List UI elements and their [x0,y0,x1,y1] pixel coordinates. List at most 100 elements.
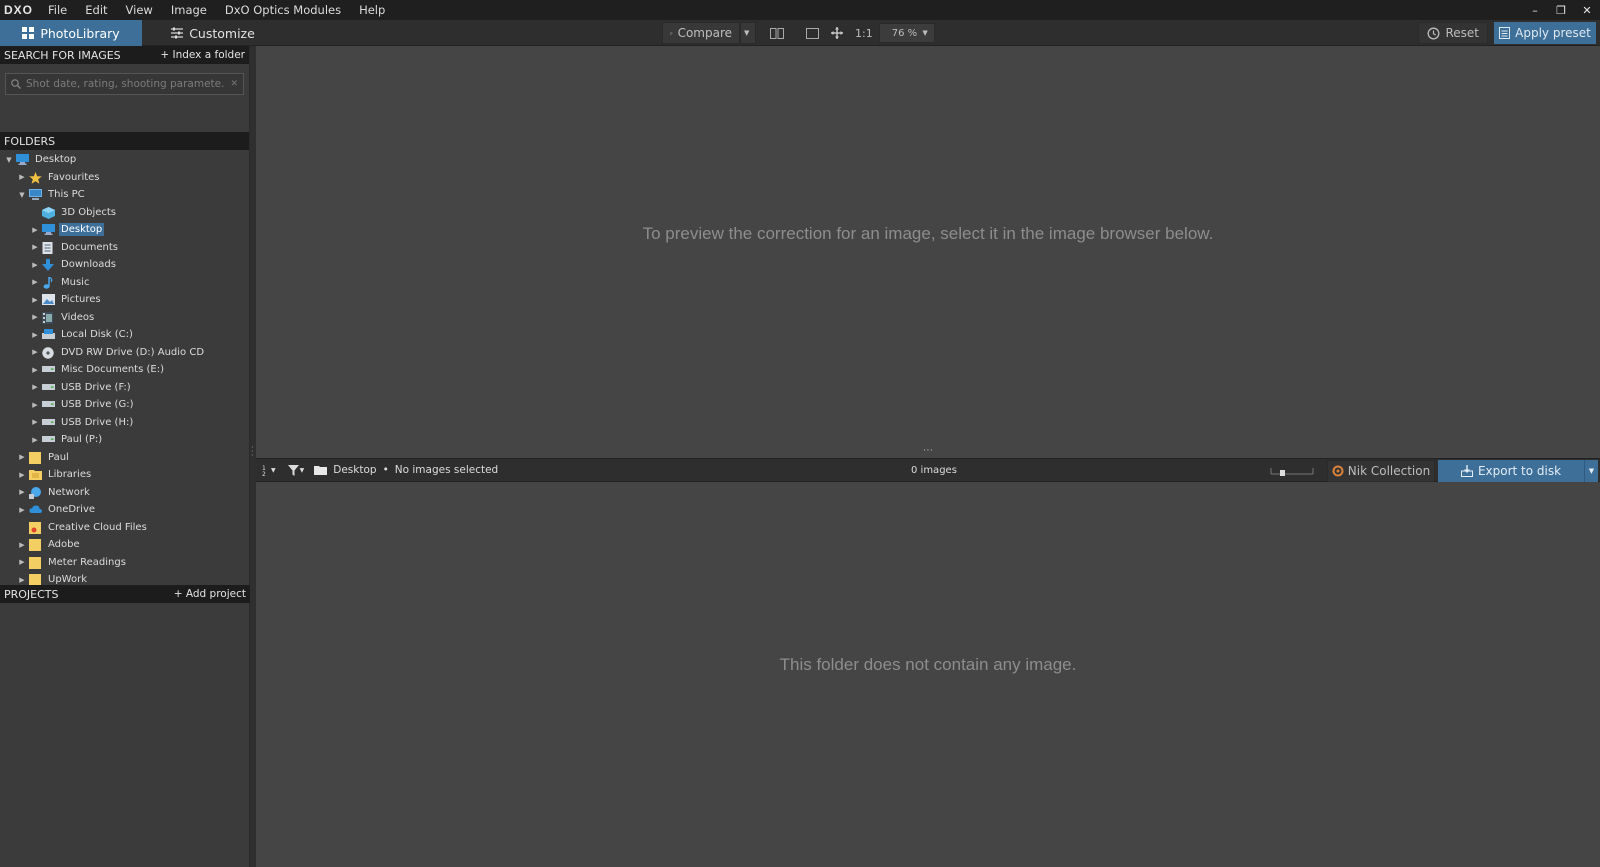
folder-tree-item[interactable]: ▶ Downloads [0,256,249,274]
reset-label: Reset [1445,26,1479,40]
folder-tree-item[interactable]: ▶ Music [0,274,249,292]
menu-edit[interactable]: Edit [76,0,116,20]
folder-tree-item[interactable]: ▶ Favourites [0,169,249,187]
folder-tree-item[interactable]: ▼ Desktop [0,151,249,169]
folder-tree-item[interactable]: ▶ Libraries [0,466,249,484]
folder-tree-item[interactable]: ▶ USB Drive (H:) [0,414,249,432]
minimize-button[interactable]: – [1522,0,1548,20]
folder-tree-item[interactable]: ▼ This PC [0,186,249,204]
folder-tree-item[interactable]: ▶ Network [0,484,249,502]
collapsed-arrow-icon[interactable]: ▶ [17,506,27,514]
collapsed-arrow-icon[interactable]: ▶ [30,383,40,391]
menu-image[interactable]: Image [162,0,216,20]
folder-tree-item[interactable]: ▶ Documents [0,239,249,257]
browser-bar-left: 12 ▼ ▼ Desktop • No images selected [256,464,498,476]
collapsed-arrow-icon[interactable]: ▶ [30,436,40,444]
collapsed-arrow-icon[interactable]: ▶ [30,313,40,321]
svg-text:2: 2 [262,471,266,476]
preview-message: To preview the correction for an image, … [642,224,1214,243]
libraries-icon [29,469,42,481]
tab-photolibrary[interactable]: PhotoLibrary [0,20,142,46]
apply-preset-button[interactable]: Apply preset [1494,22,1596,44]
folder-tree-item[interactable]: ▶ Desktop [0,221,249,239]
one-to-one-button[interactable]: 1:1 [849,22,879,44]
sort-button[interactable]: 12 ▼ [262,464,276,476]
compare-dropdown[interactable]: ▼ [740,22,756,44]
folder-tree-item[interactable]: Creative Cloud Files [0,519,249,537]
export-to-disk-label: Export to disk [1477,464,1562,478]
resize-handle-icon[interactable]: ⋯ [923,445,933,456]
close-button[interactable]: ✕ [1574,0,1600,20]
network-icon [29,486,42,499]
folder-tree-item[interactable]: ▶ Paul (P:) [0,431,249,449]
sliders-icon [171,27,184,39]
folder-tree-item[interactable]: ▶ USB Drive (F:) [0,379,249,397]
collapsed-arrow-icon[interactable]: ▶ [30,261,40,269]
collapsed-arrow-icon[interactable]: ▶ [30,278,40,286]
collapsed-arrow-icon[interactable]: ▶ [17,541,27,549]
collapsed-arrow-icon[interactable]: ▶ [30,348,40,356]
menu-bar: DXO File Edit View Image DxO Optics Modu… [0,0,1600,20]
index-folder-button[interactable]: + Index a folder [160,49,245,61]
folder-tree-item[interactable]: ▶ Paul [0,449,249,467]
folder-tree-item[interactable]: ▶ Misc Documents (E:) [0,361,249,379]
menu-help[interactable]: Help [350,0,394,20]
grid-icon [22,27,35,39]
left-panel: SEARCH FOR IMAGES + Index a folder ✕ FOL… [0,46,250,867]
filter-button[interactable]: ▼ [287,464,304,476]
collapsed-arrow-icon[interactable]: ▶ [30,418,40,426]
folder-tree-label: Videos [61,311,95,323]
folder-tree-item[interactable]: ▶ Local Disk (C:) [0,326,249,344]
disk-icon [42,329,55,340]
collapsed-arrow-icon[interactable]: ▶ [30,401,40,409]
expanded-arrow-icon[interactable]: ▼ [4,156,14,164]
status-separator: • [382,464,389,476]
fit-screen-button[interactable] [800,22,825,44]
folder-tree-item[interactable]: ▶ USB Drive (G:) [0,396,249,414]
collapsed-arrow-icon[interactable]: ▶ [17,453,27,461]
split-view-button[interactable] [764,22,790,44]
window-controls: – ❐ ✕ [1522,0,1600,20]
cc-folder-icon [29,521,42,534]
search-input[interactable] [26,78,226,90]
export-dropdown[interactable]: ▼ [1584,460,1598,482]
collapsed-arrow-icon[interactable]: ▶ [30,243,40,251]
folder-tree-label: Favourites [48,171,100,183]
folder-icon [29,556,42,569]
move-icon [831,27,843,39]
collapsed-arrow-icon[interactable]: ▶ [17,558,27,566]
collapsed-arrow-icon[interactable]: ▶ [17,471,27,479]
collapsed-arrow-icon[interactable]: ▶ [17,488,27,496]
folder-tree-item[interactable]: ▶ Adobe [0,536,249,554]
clear-icon[interactable]: ✕ [230,79,238,89]
folder-tree-item[interactable]: ▶ DVD RW Drive (D:) Audio CD [0,344,249,362]
expanded-arrow-icon[interactable]: ▼ [17,191,27,199]
restore-button[interactable]: ❐ [1548,0,1574,20]
reset-button[interactable]: Reset [1418,22,1488,44]
menu-view[interactable]: View [117,0,162,20]
tab-customize[interactable]: Customize [142,20,284,46]
menu-file[interactable]: File [39,0,76,20]
folder-tree-item[interactable]: ▶ Meter Readings [0,554,249,572]
collapsed-arrow-icon[interactable]: ▶ [30,331,40,339]
document-icon [42,241,55,254]
thumbnail-size-slider[interactable] [1270,465,1314,477]
split-view-icon [770,27,784,39]
folder-tree-item[interactable]: 3D Objects [0,204,249,222]
export-to-disk-button[interactable]: Export to disk [1438,460,1584,482]
add-project-button[interactable]: + Add project [174,588,246,600]
collapsed-arrow-icon[interactable]: ▶ [30,296,40,304]
folder-tree-label: Creative Cloud Files [48,521,147,533]
folder-tree-item[interactable]: ▶ OneDrive [0,501,249,519]
menu-dxo-optics-modules[interactable]: DxO Optics Modules [216,0,350,20]
folder-tree-item[interactable]: ▶ Pictures [0,291,249,309]
nik-collection-button[interactable]: Nik Collection [1327,460,1435,482]
folder-tree-item[interactable]: ▶ Videos [0,309,249,327]
collapsed-arrow-icon[interactable]: ▶ [17,576,27,584]
collapsed-arrow-icon[interactable]: ▶ [30,226,40,234]
pan-button[interactable] [825,22,849,44]
zoom-select[interactable]: 76 % ▼ [878,23,935,43]
compare-button[interactable]: Compare [662,22,740,44]
collapsed-arrow-icon[interactable]: ▶ [30,366,40,374]
collapsed-arrow-icon[interactable]: ▶ [17,173,27,181]
